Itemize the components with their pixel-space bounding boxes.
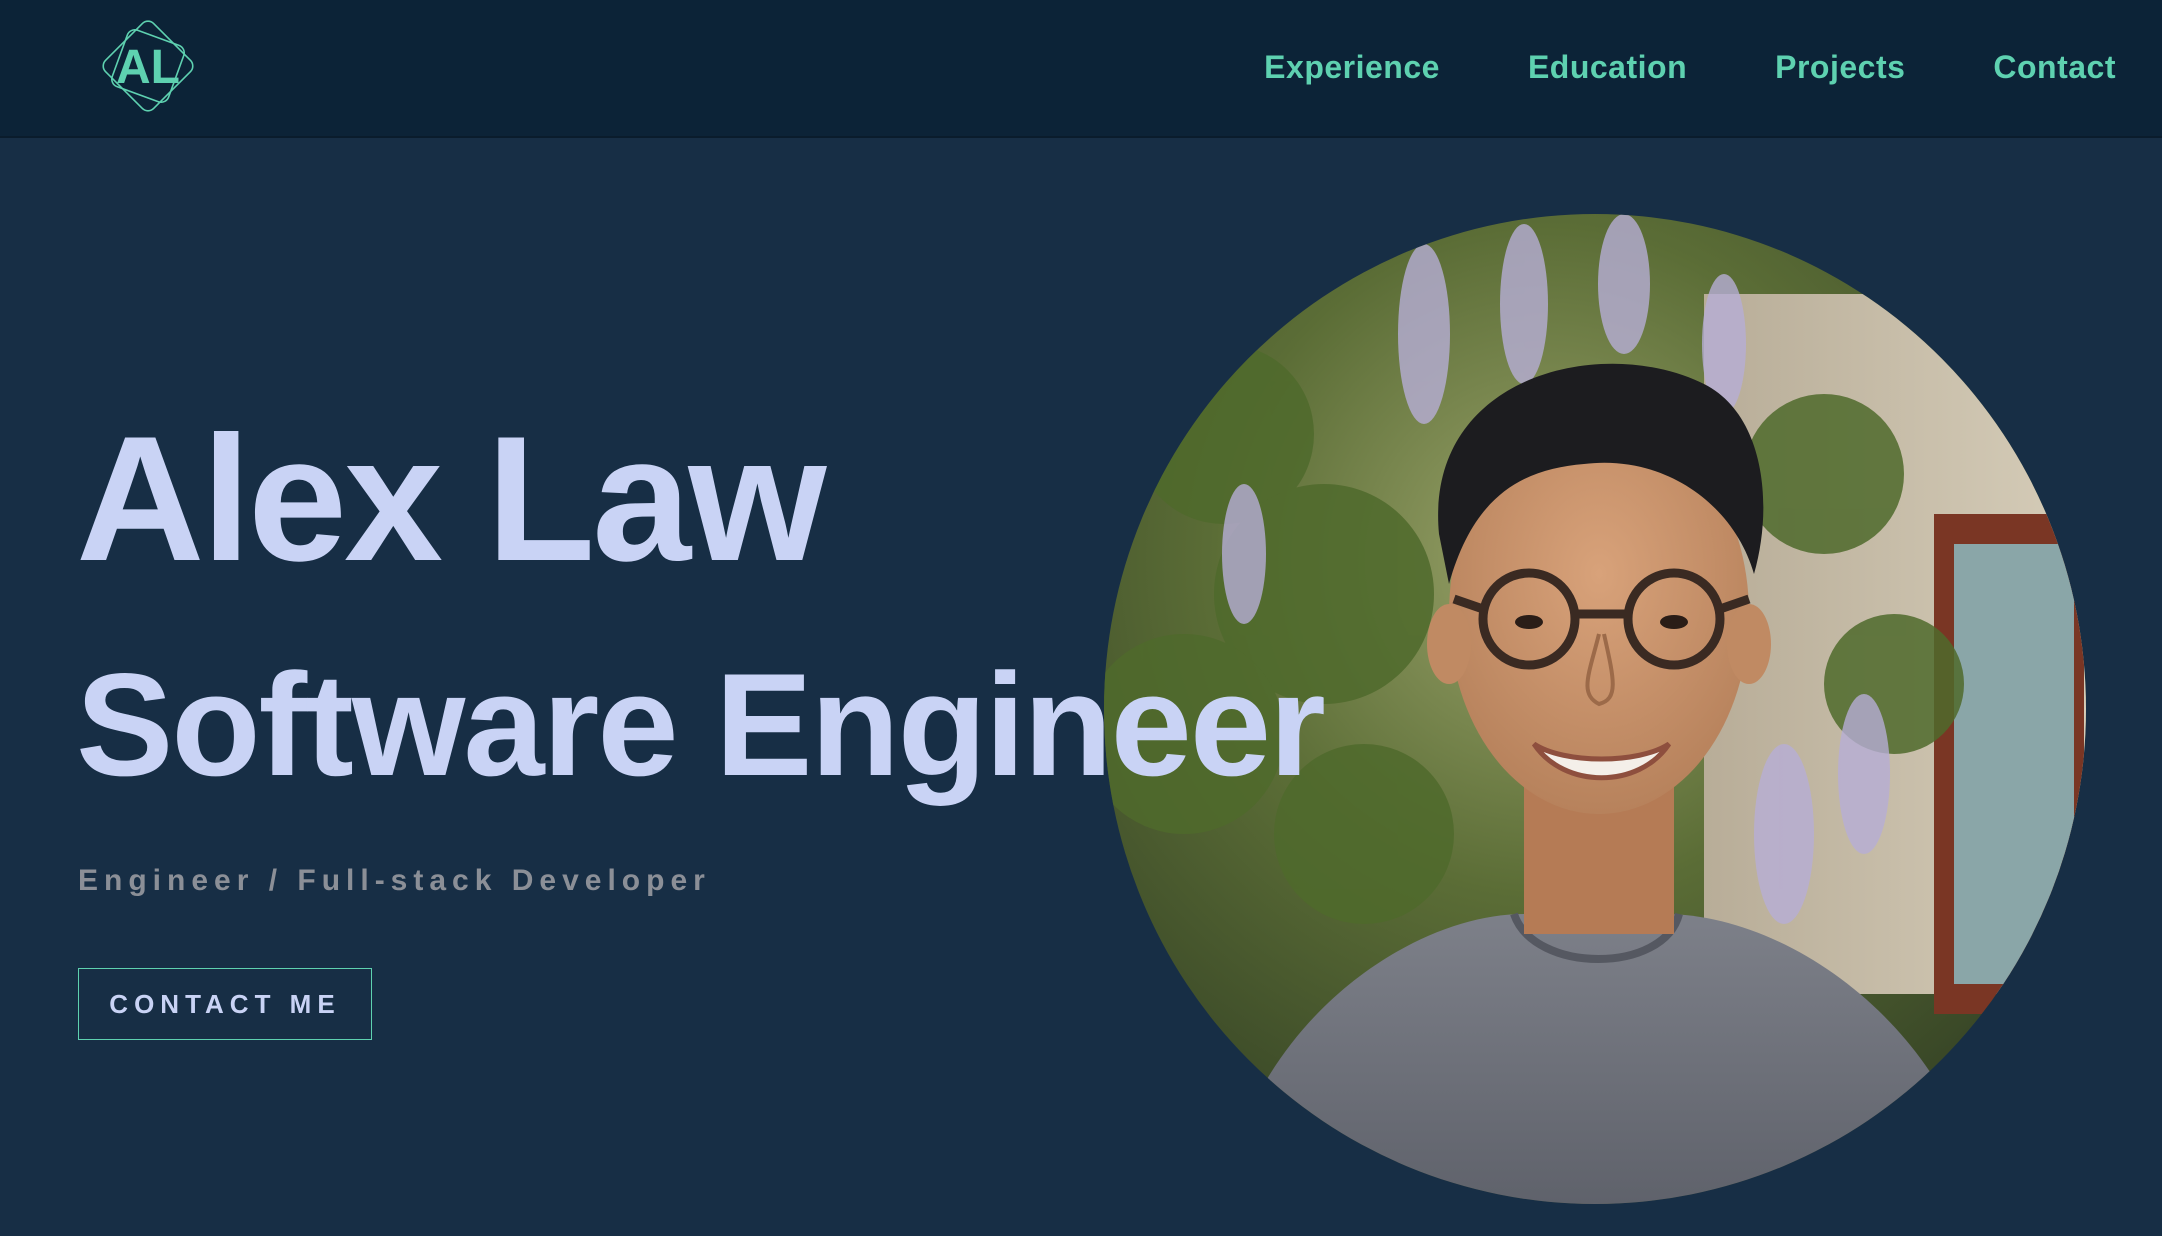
logo-monogram: AL [116, 41, 180, 94]
site-header: AL Experience Education Projects Contact [0, 0, 2162, 138]
hero-tagline: Engineer / Full-stack Developer [78, 864, 711, 897]
hero-name: Alex Law [76, 399, 827, 598]
main-nav: Experience Education Projects Contact [1264, 0, 2116, 134]
logo-icon: AL [102, 20, 194, 112]
nav-link-experience[interactable]: Experience [1264, 49, 1440, 86]
hero-role: Software Engineer [76, 643, 1326, 806]
nav-link-projects[interactable]: Projects [1775, 49, 1905, 86]
nav-link-contact[interactable]: Contact [1993, 49, 2116, 86]
logo[interactable]: AL [92, 10, 204, 122]
contact-me-button[interactable]: CONTACT ME [78, 968, 372, 1040]
nav-link-education[interactable]: Education [1528, 49, 1687, 86]
